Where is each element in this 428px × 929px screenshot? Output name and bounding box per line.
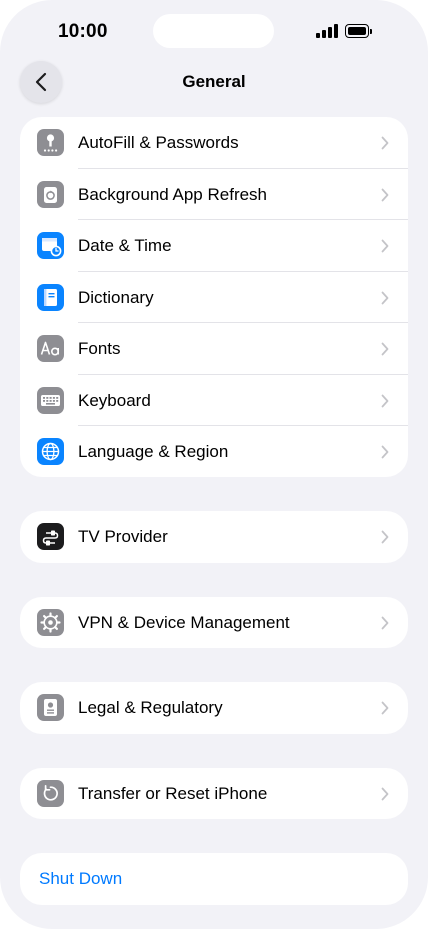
row-legal-regulatory[interactable]: Legal & Regulatory xyxy=(20,682,408,734)
phone-screen: 10:00 General AutoFill & Passwords Backg… xyxy=(0,0,428,929)
tv-provider-icon xyxy=(37,523,64,550)
row-label: Language & Region xyxy=(78,442,229,461)
page-title: General xyxy=(182,72,246,91)
document-icon xyxy=(37,694,64,721)
settings-group-general: AutoFill & Passwords Background App Refr… xyxy=(20,117,408,477)
dynamic-island xyxy=(153,14,274,48)
row-transfer-reset-iphone[interactable]: Transfer or Reset iPhone xyxy=(20,768,408,820)
row-background-app-refresh[interactable]: Background App Refresh xyxy=(20,169,408,220)
row-label: Fonts xyxy=(78,339,121,358)
row-label: Transfer or Reset iPhone xyxy=(78,783,268,803)
globe-icon xyxy=(37,438,64,465)
chevron-right-icon xyxy=(381,530,389,544)
row-label: Date & Time xyxy=(78,236,172,255)
row-label: Keyboard xyxy=(78,390,151,410)
keyboard-icon xyxy=(37,386,64,414)
battery-icon xyxy=(345,24,372,38)
row-label: VPN & Device Management xyxy=(78,612,290,632)
settings-group-transfer: Transfer or Reset iPhone xyxy=(20,767,408,820)
row-label: TV Provider xyxy=(78,527,168,546)
settings-group-legal: Legal & Regulatory xyxy=(20,682,408,734)
chevron-right-icon xyxy=(381,291,389,304)
row-language-region[interactable]: Language & Region xyxy=(20,426,408,477)
row-tv-provider[interactable]: TV Provider xyxy=(20,511,408,563)
chevron-right-icon xyxy=(381,136,389,150)
row-label: Dictionary xyxy=(78,287,154,307)
shut-down-button[interactable]: Shut Down xyxy=(20,853,408,905)
row-label: Legal & Regulatory xyxy=(78,698,223,717)
refresh-icon xyxy=(37,180,64,208)
chevron-right-icon xyxy=(381,616,389,629)
row-keyboard[interactable]: Keyboard xyxy=(20,375,408,426)
key-icon xyxy=(37,129,64,156)
cellular-signal-icon xyxy=(316,24,340,38)
row-label: Background App Refresh xyxy=(78,184,268,204)
gear-icon xyxy=(37,608,64,636)
fonts-icon xyxy=(37,335,64,362)
chevron-right-icon xyxy=(381,188,389,201)
reset-icon xyxy=(37,779,64,807)
row-date-time[interactable]: Date & Time xyxy=(20,220,408,272)
settings-group-tv: TV Provider xyxy=(20,511,408,563)
row-fonts[interactable]: Fonts xyxy=(20,323,408,375)
chevron-right-icon xyxy=(381,701,389,715)
chevron-right-icon xyxy=(381,445,389,459)
settings-group-shutdown: Shut Down xyxy=(20,853,408,905)
row-dictionary[interactable]: Dictionary xyxy=(20,272,408,323)
shut-down-label: Shut Down xyxy=(39,869,123,888)
chevron-right-icon xyxy=(381,787,389,800)
status-time: 10:00 xyxy=(58,21,108,42)
row-autofill-passwords[interactable]: AutoFill & Passwords xyxy=(20,117,408,169)
row-label: AutoFill & Passwords xyxy=(78,133,239,152)
row-vpn-device-management[interactable]: VPN & Device Management xyxy=(20,597,408,649)
settings-group-vpn: VPN & Device Management xyxy=(20,596,408,649)
calendar-clock-icon xyxy=(37,232,64,259)
status-bar: 10:00 xyxy=(0,0,428,60)
chevron-right-icon xyxy=(381,239,389,253)
book-icon xyxy=(37,283,64,311)
chevron-right-icon xyxy=(381,394,389,407)
chevron-right-icon xyxy=(381,342,389,356)
